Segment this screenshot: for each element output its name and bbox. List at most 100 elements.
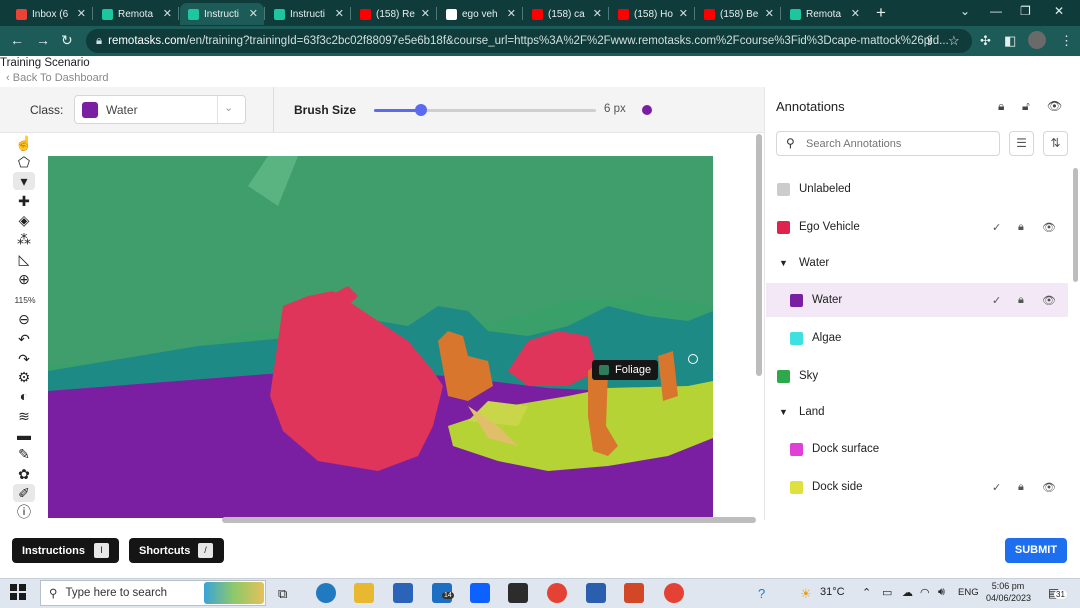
mail-icon[interactable]: 14 <box>432 583 454 603</box>
segmentation-canvas[interactable] <box>48 156 713 518</box>
pencil-tool-icon[interactable]: ▬ <box>13 426 35 444</box>
puzzle-icon[interactable]: ✚ <box>13 192 35 210</box>
annotation-group[interactable]: ▼ Water <box>766 246 1068 280</box>
list-view-button[interactable]: ☰ <box>1009 131 1034 156</box>
annotation-item[interactable]: Dock surface <box>766 432 1068 466</box>
task-view-icon[interactable]: ⧉ <box>278 586 287 602</box>
zoom-out-icon[interactable]: ⊖ <box>13 310 35 328</box>
bookmark-star-icon[interactable]: ☆ <box>948 33 960 49</box>
polygon-icon[interactable]: ⬠ <box>13 153 35 171</box>
close-tab-icon[interactable]: ✕ <box>163 7 172 20</box>
close-tab-icon[interactable]: ✕ <box>593 7 602 20</box>
forward-icon[interactable]: → <box>36 32 50 48</box>
ruler-icon[interactable]: ◺ <box>13 250 35 268</box>
share-icon[interactable]: ⇪ <box>924 33 935 49</box>
check-icon[interactable]: ✓ <box>992 481 1001 494</box>
close-window-icon[interactable]: ✕ <box>1054 4 1064 18</box>
close-tab-icon[interactable]: ✕ <box>765 7 774 20</box>
new-tab-button[interactable]: + <box>876 3 886 23</box>
annotation-group[interactable]: ▼ Land <box>766 395 1068 429</box>
annotation-item[interactable]: Dock side ✓ 🔒︎ 👁︎ <box>766 470 1068 504</box>
maximize-icon[interactable]: ❐ <box>1020 4 1031 18</box>
annotations-scrollbar[interactable] <box>1073 168 1078 282</box>
sort-button[interactable]: ⇅ <box>1043 131 1068 156</box>
contrast-icon[interactable]: ◐ <box>13 387 35 405</box>
canvas-horizontal-scrollbar[interactable] <box>222 517 756 523</box>
unlock-all-icon[interactable]: 🔓︎ <box>1022 99 1030 114</box>
close-tab-icon[interactable]: ✕ <box>249 7 258 20</box>
lock-icon[interactable]: 🔒︎ <box>1018 221 1024 234</box>
magic-wand-icon[interactable]: ⁂ <box>13 230 35 248</box>
extensions-icon[interactable]: ✣ <box>980 33 991 49</box>
eye-icon[interactable]: 👁︎ <box>1042 294 1056 307</box>
chrome-active-icon[interactable] <box>664 583 684 603</box>
check-icon[interactable]: ✓ <box>992 221 1001 234</box>
caret-down-icon[interactable]: ▼ <box>779 407 788 417</box>
edge-icon[interactable] <box>316 583 336 603</box>
fill-bucket-icon[interactable]: ◈ <box>13 211 35 229</box>
eyedropper-icon[interactable]: ✎ <box>13 445 35 463</box>
lock-icon[interactable]: 🔒︎ <box>1018 481 1024 494</box>
brush-icon[interactable]: ▾ <box>13 172 35 190</box>
annotation-item[interactable]: Algae <box>766 321 1068 355</box>
annotation-item[interactable]: Sky <box>766 359 1068 393</box>
browser-tab[interactable]: (158) Ho ✕ <box>610 3 694 25</box>
close-tab-icon[interactable]: ✕ <box>421 7 430 20</box>
chrome-icon[interactable] <box>547 583 567 603</box>
instructions-button[interactable]: Instructions I <box>12 538 119 563</box>
shortcuts-button[interactable]: Shortcuts / <box>129 538 224 563</box>
browser-tab[interactable]: Instructi ✕ <box>266 3 350 25</box>
annotation-item[interactable]: Water ✓ 🔒︎ 👁︎ <box>766 283 1068 317</box>
windows-start-icon[interactable] <box>10 584 26 600</box>
canvas-vertical-scrollbar[interactable] <box>756 134 762 376</box>
help-icon[interactable]: ? <box>758 586 765 601</box>
search-input[interactable] <box>806 133 994 154</box>
tray-chevron-icon[interactable]: ⌃ <box>862 586 871 599</box>
browser-tab[interactable]: Instructi ✕ <box>180 3 264 25</box>
app-icon[interactable] <box>508 583 528 603</box>
annotation-item[interactable]: Ego Vehicle ✓ 🔒︎ 👁︎ <box>766 210 1068 244</box>
brush-size-slider-handle[interactable] <box>414 104 427 116</box>
chrome-menu-icon[interactable]: ⋮ <box>1060 33 1073 49</box>
browser-tab[interactable]: Inbox (6 ✕ <box>8 3 92 25</box>
browser-tab[interactable]: Remota ✕ <box>94 3 178 25</box>
minimize-icon[interactable]: — <box>990 4 1002 18</box>
back-to-dashboard-link[interactable]: ‹ Back To Dashboard <box>6 72 109 84</box>
store-icon[interactable] <box>393 583 413 603</box>
wifi-icon[interactable]: ◠ <box>920 586 930 599</box>
submit-button[interactable]: SUBMIT <box>1005 538 1067 563</box>
browser-tab[interactable]: (158) Re ✕ <box>352 3 436 25</box>
layers-icon[interactable]: ≋ <box>13 407 35 425</box>
eraser-icon[interactable]: ✐ <box>13 484 35 502</box>
cloud-icon[interactable]: ☁ <box>902 586 913 599</box>
powerpoint-icon[interactable] <box>624 583 644 603</box>
close-tab-icon[interactable]: ✕ <box>335 7 344 20</box>
lock-icon[interactable]: 🔒︎ <box>1018 294 1024 307</box>
reload-icon[interactable]: ↻ <box>61 32 73 49</box>
class-select[interactable] <box>74 95 246 124</box>
battery-icon[interactable]: ▭ <box>882 586 892 599</box>
close-tab-icon[interactable]: ✕ <box>77 7 86 20</box>
check-icon[interactable]: ✓ <box>992 294 1001 307</box>
chevron-down-icon[interactable]: ⌄ <box>224 101 233 114</box>
hand-icon[interactable]: ☝ <box>13 134 35 152</box>
lock-all-icon[interactable]: 🔒︎ <box>998 99 1004 114</box>
browser-tab[interactable]: (158) Be ✕ <box>696 3 780 25</box>
close-tab-icon[interactable]: ✕ <box>851 7 860 20</box>
undo-icon[interactable]: ↶ <box>13 330 35 348</box>
browser-tab[interactable]: (158) ca ✕ <box>524 3 608 25</box>
eye-icon[interactable]: 👁︎ <box>1042 221 1056 234</box>
eye-icon[interactable]: 👁︎ <box>1042 481 1056 494</box>
caret-down-icon[interactable]: ▼ <box>779 258 788 268</box>
settings-icon[interactable]: ⚙ <box>13 368 35 386</box>
close-tab-icon[interactable]: ✕ <box>507 7 516 20</box>
close-tab-icon[interactable]: ✕ <box>679 7 688 20</box>
word-icon[interactable] <box>586 583 606 603</box>
tab-search-icon[interactable]: ⌄ <box>960 4 970 18</box>
browser-tab[interactable]: Remota ✕ <box>782 3 866 25</box>
avatar[interactable] <box>1028 31 1046 49</box>
palette-icon[interactable]: ✿ <box>13 465 35 483</box>
url-field[interactable]: 🔒︎ remotasks.com/en/training?trainingId=… <box>86 29 972 53</box>
annotation-item[interactable]: Unlabeled <box>766 172 1068 206</box>
zoom-in-icon[interactable]: ⊕ <box>13 270 35 288</box>
